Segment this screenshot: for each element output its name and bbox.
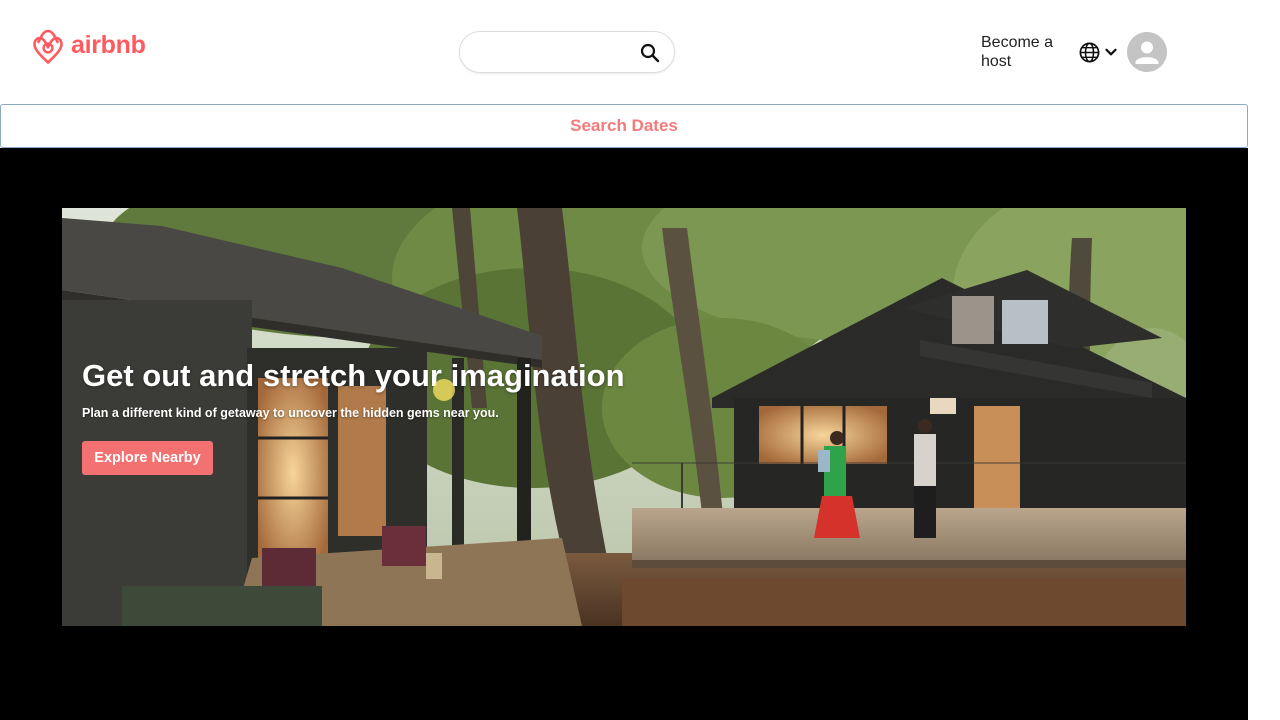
explore-nearby-button[interactable]: Explore Nearby [82,441,213,475]
globe-icon [1079,42,1100,62]
search-icon [640,43,660,63]
search-dates-label: Search Dates [570,116,678,135]
hero-section: Get out and stretch your imagination Pla… [0,148,1248,720]
search-input[interactable] [474,38,634,66]
scroll-gutter [1248,0,1280,720]
become-host-link[interactable]: Become a host [981,33,1065,71]
top-header: airbnb Become a host [0,0,1248,104]
hero-subtitle: Plan a different kind of getaway to unco… [82,406,499,420]
user-avatar-button[interactable] [1127,32,1167,72]
brand-wordmark: airbnb [71,30,146,59]
user-avatar-icon [1127,32,1167,72]
search-dates-button[interactable]: Search Dates [0,104,1248,148]
search-button[interactable] [640,42,662,64]
chevron-down-icon [1105,48,1117,56]
language-selector[interactable] [1078,40,1122,64]
hero-title: Get out and stretch your imagination [82,358,625,393]
airbnb-belo-icon [33,29,63,64]
search-box [459,31,675,73]
airbnb-logo-link[interactable]: airbnb [30,28,146,66]
